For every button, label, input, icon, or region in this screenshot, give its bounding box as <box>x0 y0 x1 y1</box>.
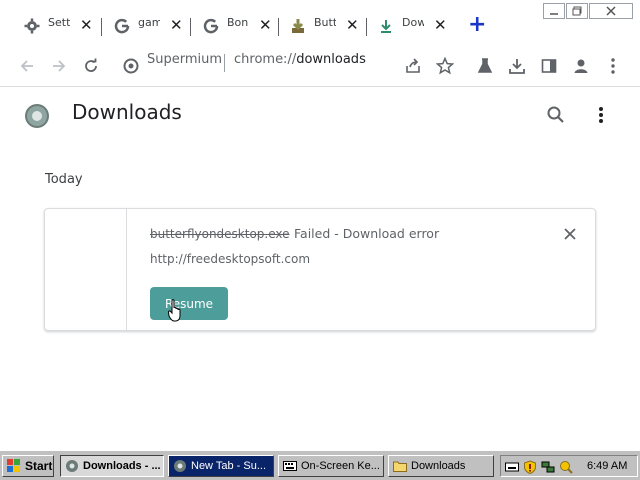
card-divider <box>126 209 127 330</box>
taskbar-clock: 6:49 AM <box>587 460 628 472</box>
hand-cursor-icon <box>167 299 184 323</box>
toolbar-divider <box>0 86 640 87</box>
system-tray: 6:49 AM <box>500 455 638 477</box>
download-icon <box>378 18 394 34</box>
omnibox-divider <box>224 54 225 72</box>
reload-icon <box>85 58 97 72</box>
toolbar: Supermium chrome://downloads <box>0 46 640 86</box>
arrow-left-icon <box>20 60 33 72</box>
taskbar-item-label: On-Screen Ke... <box>301 460 380 472</box>
tab-bona[interactable]: Bona ✕ <box>203 10 272 42</box>
volume-icon[interactable] <box>559 459 573 474</box>
maximize-button[interactable] <box>566 3 588 19</box>
tab-label: Bona <box>227 15 249 29</box>
browser-window: Setti ✕ game ✕ Bona ✕ Butte ✕ <box>0 0 640 450</box>
new-tab-button[interactable]: + <box>468 14 486 36</box>
tab-separator <box>366 18 367 36</box>
omnibox-url[interactable]: chrome://downloads <box>234 52 366 67</box>
browser-menu-icon[interactable] <box>602 55 624 77</box>
close-tab-icon[interactable]: ✕ <box>170 16 183 34</box>
tab-separator <box>278 18 279 36</box>
site-info-icon[interactable] <box>120 55 142 77</box>
tab-strip: Setti ✕ game ✕ Bona ✕ Butte ✕ <box>0 0 640 46</box>
tab-game[interactable]: game ✕ <box>114 10 183 42</box>
supermium-logo-icon <box>24 103 50 129</box>
start-button[interactable]: Start <box>2 455 54 477</box>
keyboard-icon <box>283 459 297 473</box>
windows-logo-icon <box>7 459 21 473</box>
folder-icon <box>393 459 407 473</box>
google-icon <box>203 18 219 34</box>
search-icon[interactable] <box>546 105 566 125</box>
remove-download-icon[interactable] <box>563 226 577 240</box>
url-path: downloads <box>296 52 366 67</box>
tab-downloads[interactable]: Dow ✕ <box>378 10 447 42</box>
close-tab-icon[interactable]: ✕ <box>259 16 272 34</box>
download-app-icon <box>290 18 306 34</box>
gear-icon <box>24 18 40 34</box>
more-options-icon[interactable] <box>594 105 608 125</box>
profile-avatar-icon[interactable] <box>570 55 592 77</box>
arrow-right-icon <box>53 60 66 72</box>
tab-label: Dow <box>402 15 424 29</box>
back-button[interactable] <box>16 55 38 77</box>
close-tab-icon[interactable]: ✕ <box>434 16 447 34</box>
browser-icon <box>65 459 79 473</box>
url-scheme: chrome:// <box>234 52 297 67</box>
taskbar-item-label: New Tab - Su... <box>191 460 266 472</box>
download-file-name[interactable]: butterflyondesktop.exe <box>150 227 290 241</box>
start-label: Start <box>25 459 53 473</box>
close-tab-icon[interactable]: ✕ <box>346 16 359 34</box>
taskbar-item-downloads-browser[interactable]: Downloads - ... <box>60 455 164 477</box>
taskbar-item-label: Downloads - ... <box>83 460 161 472</box>
resume-button[interactable]: Resume <box>150 287 228 320</box>
downloads-toolbar-icon[interactable] <box>506 55 528 77</box>
tab-label: Setti <box>48 15 70 29</box>
close-tab-icon[interactable]: ✕ <box>80 16 93 34</box>
tab-separator <box>101 18 102 36</box>
tab-separator <box>190 18 191 36</box>
taskbar-item-onscreen-keyboard[interactable]: On-Screen Ke... <box>278 455 384 477</box>
labs-flask-icon[interactable] <box>474 55 496 77</box>
google-icon <box>114 18 130 34</box>
page-title: Downloads <box>72 100 182 124</box>
keyboard-tray-icon[interactable] <box>505 459 519 473</box>
tab-label: Butte <box>314 15 336 29</box>
tab-butterfly[interactable]: Butte ✕ <box>290 10 359 42</box>
section-heading-today: Today <box>45 172 83 187</box>
taskbar: Start Downloads - ... New Tab - Su... On… <box>0 450 640 480</box>
bookmark-star-icon[interactable] <box>434 55 456 77</box>
forward-button[interactable] <box>48 55 70 77</box>
omnibox-site-label[interactable]: Supermium <box>147 52 222 67</box>
share-icon[interactable] <box>402 55 424 77</box>
download-status: Failed - Download error <box>294 226 440 241</box>
security-shield-icon[interactable] <box>523 459 537 475</box>
close-window-button[interactable] <box>589 3 633 19</box>
taskbar-item-new-tab[interactable]: New Tab - Su... <box>168 455 274 477</box>
taskbar-item-label: Downloads <box>411 460 466 472</box>
browser-icon <box>173 459 187 473</box>
taskbar-item-downloads-folder[interactable]: Downloads <box>388 455 494 477</box>
tab-settings[interactable]: Setti ✕ <box>24 10 93 42</box>
download-source-url[interactable]: http://freedesktopsoft.com <box>150 252 310 266</box>
side-panel-icon[interactable] <box>538 55 560 77</box>
minimize-button[interactable] <box>543 3 565 19</box>
tab-label: game <box>138 15 160 29</box>
network-icon[interactable] <box>541 459 555 473</box>
download-item-card: butterflyondesktop.exe Failed - Download… <box>44 208 596 331</box>
reload-button[interactable] <box>80 55 102 77</box>
